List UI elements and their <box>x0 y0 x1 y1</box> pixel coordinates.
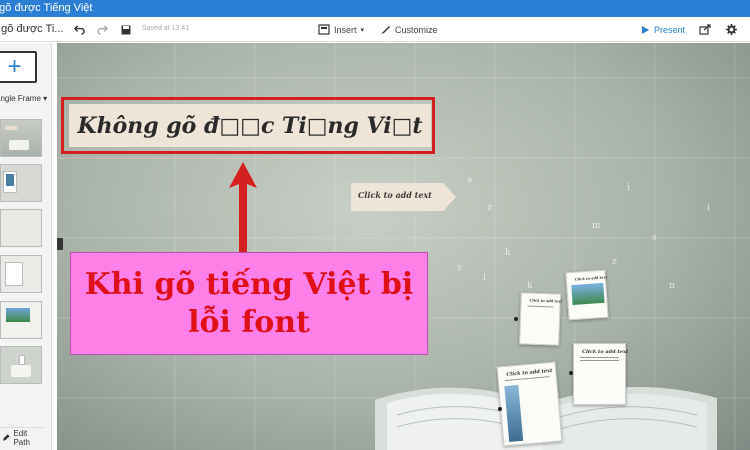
window-title-bar: g gõ được Tiếng Việt <box>0 0 750 17</box>
saved-status: Saved at 13:41 <box>142 25 190 32</box>
present-label: Present <box>654 24 686 35</box>
paper-card[interactable]: Click to add text <box>573 343 629 405</box>
path-dot <box>514 317 518 321</box>
scatter-letter: k <box>505 248 511 258</box>
scatter-letter: i <box>707 203 710 213</box>
redo-icon <box>97 25 108 35</box>
paper-card[interactable]: Click to add text <box>519 292 563 346</box>
save-button[interactable] <box>121 22 131 37</box>
red-arrow-icon <box>229 162 257 252</box>
frame-thumbnail[interactable] <box>0 255 42 293</box>
undo-icon <box>74 25 85 35</box>
scatter-letter: m <box>592 221 601 231</box>
chevron-down-icon: ▾ <box>43 94 48 103</box>
customize-button[interactable]: Customize <box>380 22 438 37</box>
plus-icon: + <box>7 53 22 80</box>
sidebar-collapse-handle[interactable] <box>57 238 63 250</box>
present-button[interactable]: Present <box>641 22 685 37</box>
error-callout: Khi gõ tiếng Việt bị lỗi font <box>70 252 428 355</box>
scatter-letter: n <box>669 281 675 291</box>
scatter-letter: z <box>612 257 617 267</box>
play-icon <box>642 25 649 34</box>
frames-sidebar: + angle Frame ▾ Edit Path <box>0 43 52 450</box>
settings-button[interactable] <box>726 22 737 37</box>
scatter-letter: l <box>483 273 486 283</box>
callout-line-2: lỗi font <box>188 304 310 340</box>
add-frame-button[interactable]: + <box>0 51 37 83</box>
gear-icon <box>726 24 737 35</box>
pencil-icon <box>2 434 10 441</box>
paper-card-title: Click to add text <box>582 349 629 355</box>
paper-card-title: Click to add text <box>529 298 563 304</box>
frame-type-label: angle Frame <box>0 94 41 103</box>
window-title: g gõ được Tiếng Việt <box>0 2 93 14</box>
chevron-down-icon: ▾ <box>360 26 365 34</box>
document-title[interactable]: g gõ được Ti... <box>0 23 63 35</box>
insert-menu-button[interactable]: Insert ▾ <box>318 22 364 37</box>
customize-label: Customize <box>395 24 438 35</box>
paper-card[interactable]: Click to add text <box>565 269 609 321</box>
scatter-letter: i <box>627 183 630 193</box>
share-button[interactable] <box>699 22 711 37</box>
title-highlight-box: Không gõ đ□□c Ti□ng Vi□t <box>61 97 435 154</box>
save-icon <box>121 25 131 34</box>
frame-thumbnail[interactable] <box>0 346 42 384</box>
editor-toolbar: g gõ được Ti... Saved at 13:41 Insert ▾ … <box>0 17 750 42</box>
redo-button[interactable] <box>97 22 108 37</box>
undo-button[interactable] <box>74 22 85 37</box>
callout-line-1: Khi gõ tiếng Việt bị <box>84 266 414 302</box>
ribbon-text[interactable]: Click to add text <box>358 190 432 200</box>
edit-path-button[interactable]: Edit Path <box>0 427 44 447</box>
paper-card[interactable]: Click to add text <box>496 361 563 447</box>
scatter-letter: z <box>487 203 492 213</box>
scatter-letter: s <box>652 233 657 243</box>
frame-thumbnail[interactable] <box>0 209 42 247</box>
insert-icon <box>318 24 330 35</box>
title-banner[interactable]: Không gõ đ□□c Ti□ng Vi□t <box>69 104 431 147</box>
frame-thumbnail[interactable] <box>0 164 42 202</box>
frame-thumbnail[interactable] <box>0 119 42 157</box>
path-dot <box>569 371 573 375</box>
share-icon <box>699 24 711 35</box>
frame-thumbnail[interactable] <box>0 301 42 339</box>
presentation-title[interactable]: Không gõ đ□□c Ti□ng Vi□t <box>77 113 422 139</box>
scatter-letter: a <box>467 175 473 185</box>
paper-card-title: Click to add text <box>574 275 608 283</box>
scatter-letter: s <box>457 263 462 273</box>
frame-type-dropdown[interactable]: angle Frame ▾ <box>0 94 47 103</box>
edit-path-label: Edit Path <box>13 428 30 447</box>
brush-icon <box>381 26 390 34</box>
insert-label: Insert <box>334 24 357 35</box>
path-dot <box>498 407 502 411</box>
scatter-letter: k <box>527 281 533 291</box>
